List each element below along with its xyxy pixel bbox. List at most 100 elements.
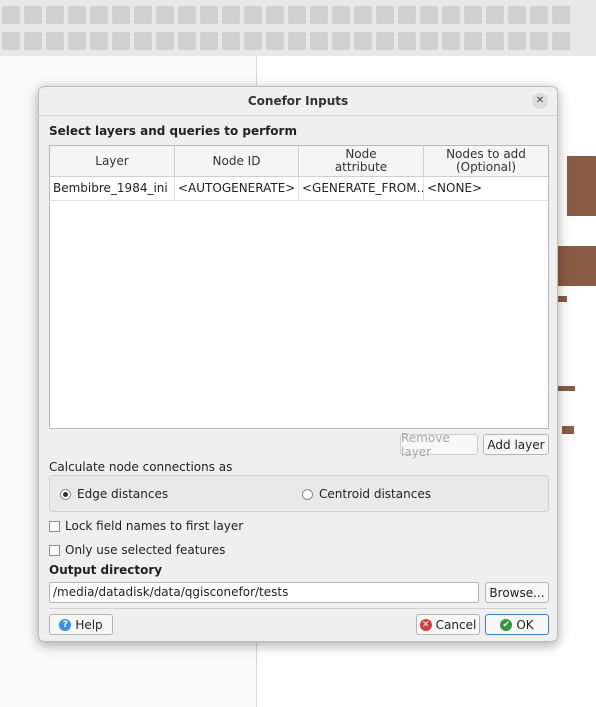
checkbox-label: Only use selected features [65, 543, 226, 557]
toolbar-tool-icon[interactable] [442, 6, 460, 24]
ok-button[interactable]: ✔ OK [485, 614, 549, 635]
toolbar-row-1 [0, 2, 596, 28]
edge-distances-radio[interactable]: Edge distances [60, 487, 168, 501]
toolbar-row-2 [0, 28, 596, 54]
toolbar-tool-icon[interactable] [68, 6, 86, 24]
toolbar-tool-icon[interactable] [310, 32, 328, 50]
output-directory-input[interactable]: /media/datadisk/data/qgisconefor/tests [49, 582, 479, 603]
toolbar-tool-icon[interactable] [332, 32, 350, 50]
toolbar-tool-icon[interactable] [46, 32, 64, 50]
toolbar-tool-icon[interactable] [530, 32, 548, 50]
cell-layer[interactable]: Bembibre_1984_ini [50, 177, 175, 200]
connection-type-group: Edge distances Centroid distances [49, 475, 549, 512]
column-header-node-attribute[interactable]: Node attribute [299, 146, 424, 176]
toolbar-tool-icon[interactable] [24, 6, 42, 24]
toolbar-tool-icon[interactable] [354, 32, 372, 50]
help-label: Help [75, 617, 103, 632]
toolbar-tool-icon[interactable] [376, 6, 394, 24]
cell-node-id[interactable]: <AUTOGENERATE> [175, 177, 299, 200]
toolbar-tool-icon[interactable] [464, 6, 482, 24]
toolbar-tool-icon[interactable] [288, 32, 306, 50]
toolbar-tool-icon[interactable] [552, 32, 570, 50]
toolbar-tool-icon[interactable] [332, 6, 350, 24]
toolbar-tool-icon[interactable] [24, 32, 42, 50]
toolbar-tool-icon[interactable] [398, 6, 416, 24]
cancel-button[interactable]: ✕ Cancel [416, 614, 480, 635]
toolbar-tool-icon[interactable] [2, 32, 20, 50]
layers-section-title: Select layers and queries to perform [49, 124, 297, 138]
column-header-label: Node attribute [334, 147, 388, 174]
toolbar-tool-icon[interactable] [266, 6, 284, 24]
toolbar-tool-icon[interactable] [310, 6, 328, 24]
toolbar-tool-icon[interactable] [134, 6, 152, 24]
dialog-title: Conefor Inputs [247, 94, 349, 108]
toolbar-tool-icon[interactable] [508, 6, 526, 24]
radio-indicator [60, 488, 71, 500]
toolbar-tool-icon[interactable] [178, 6, 196, 24]
radio-indicator [302, 488, 313, 500]
toolbar-tool-icon[interactable] [508, 32, 526, 50]
column-header-node-id[interactable]: Node ID [175, 146, 299, 176]
column-header-label: Layer [95, 153, 129, 168]
dialog-titlebar: Conefor Inputs ✕ [39, 87, 557, 116]
browse-button[interactable]: Browse... [485, 582, 549, 603]
toolbar-tool-icon[interactable] [200, 6, 218, 24]
toolbar-tool-icon[interactable] [90, 6, 108, 24]
close-icon[interactable]: ✕ [532, 93, 548, 109]
remove-layer-button[interactable]: Remove layer [400, 431, 478, 459]
toolbar-tool-icon[interactable] [530, 6, 548, 24]
toolbar-tool-icon[interactable] [134, 32, 152, 50]
toolbar-tool-icon[interactable] [354, 6, 372, 24]
column-header-layer[interactable]: Layer [50, 146, 175, 176]
column-header-nodes-to-add[interactable]: Nodes to add (Optional) [424, 146, 548, 176]
toolbar-tool-icon[interactable] [486, 6, 504, 24]
toolbar-tool-icon[interactable] [156, 32, 174, 50]
output-directory-title: Output directory [49, 563, 163, 577]
conefor-inputs-dialog: Conefor Inputs ✕ Select layers and queri… [38, 86, 558, 642]
toolbar-tool-icon[interactable] [398, 32, 416, 50]
toolbar-tool-icon[interactable] [244, 6, 262, 24]
toolbar-tool-icon[interactable] [222, 32, 240, 50]
toolbar-tool-icon[interactable] [552, 6, 570, 24]
toolbar-tool-icon[interactable] [46, 6, 64, 24]
table-header: Layer Node ID Node attribute Nodes to ad… [50, 146, 548, 177]
layers-table: Layer Node ID Node attribute Nodes to ad… [49, 145, 549, 429]
checkbox-indicator [49, 544, 60, 556]
checkbox-indicator [49, 520, 60, 532]
toolbar-tool-icon[interactable] [2, 6, 20, 24]
table-row[interactable]: Bembibre_1984_ini <AUTOGENERATE> <GENERA… [50, 177, 548, 201]
toolbar-tool-icon[interactable] [420, 32, 438, 50]
toolbar-tool-icon[interactable] [222, 6, 240, 24]
button-divider [49, 608, 547, 609]
cancel-icon: ✕ [419, 618, 432, 631]
help-button[interactable]: ? Help [49, 614, 113, 635]
help-icon: ? [59, 618, 72, 631]
toolbar-tool-icon[interactable] [112, 6, 130, 24]
radio-label: Centroid distances [319, 487, 431, 501]
lock-field-names-checkbox[interactable]: Lock field names to first layer [49, 519, 243, 533]
toolbar-tool-icon[interactable] [244, 32, 262, 50]
checkbox-label: Lock field names to first layer [65, 519, 244, 533]
toolbar-tool-icon[interactable] [178, 32, 196, 50]
ok-label: OK [516, 617, 534, 632]
toolbar-tool-icon[interactable] [486, 32, 504, 50]
main-toolbar-area [0, 0, 596, 56]
toolbar-tool-icon[interactable] [90, 32, 108, 50]
toolbar-tool-icon[interactable] [68, 32, 86, 50]
toolbar-tool-icon[interactable] [376, 32, 394, 50]
centroid-distances-radio[interactable]: Centroid distances [302, 487, 431, 501]
toolbar-tool-icon[interactable] [442, 32, 460, 50]
cell-nodes-to-add[interactable]: <NONE> [424, 177, 548, 200]
ok-icon: ✔ [500, 618, 513, 631]
column-header-label: Node ID [212, 153, 261, 168]
toolbar-tool-icon[interactable] [112, 32, 130, 50]
toolbar-tool-icon[interactable] [156, 6, 174, 24]
toolbar-tool-icon[interactable] [266, 32, 284, 50]
add-layer-button[interactable]: Add layer [483, 434, 549, 455]
only-selected-features-checkbox[interactable]: Only use selected features [49, 543, 225, 557]
toolbar-tool-icon[interactable] [420, 6, 438, 24]
toolbar-tool-icon[interactable] [464, 32, 482, 50]
cell-node-attribute[interactable]: <GENERATE_FROM… [299, 177, 424, 200]
toolbar-tool-icon[interactable] [288, 6, 306, 24]
toolbar-tool-icon[interactable] [200, 32, 218, 50]
